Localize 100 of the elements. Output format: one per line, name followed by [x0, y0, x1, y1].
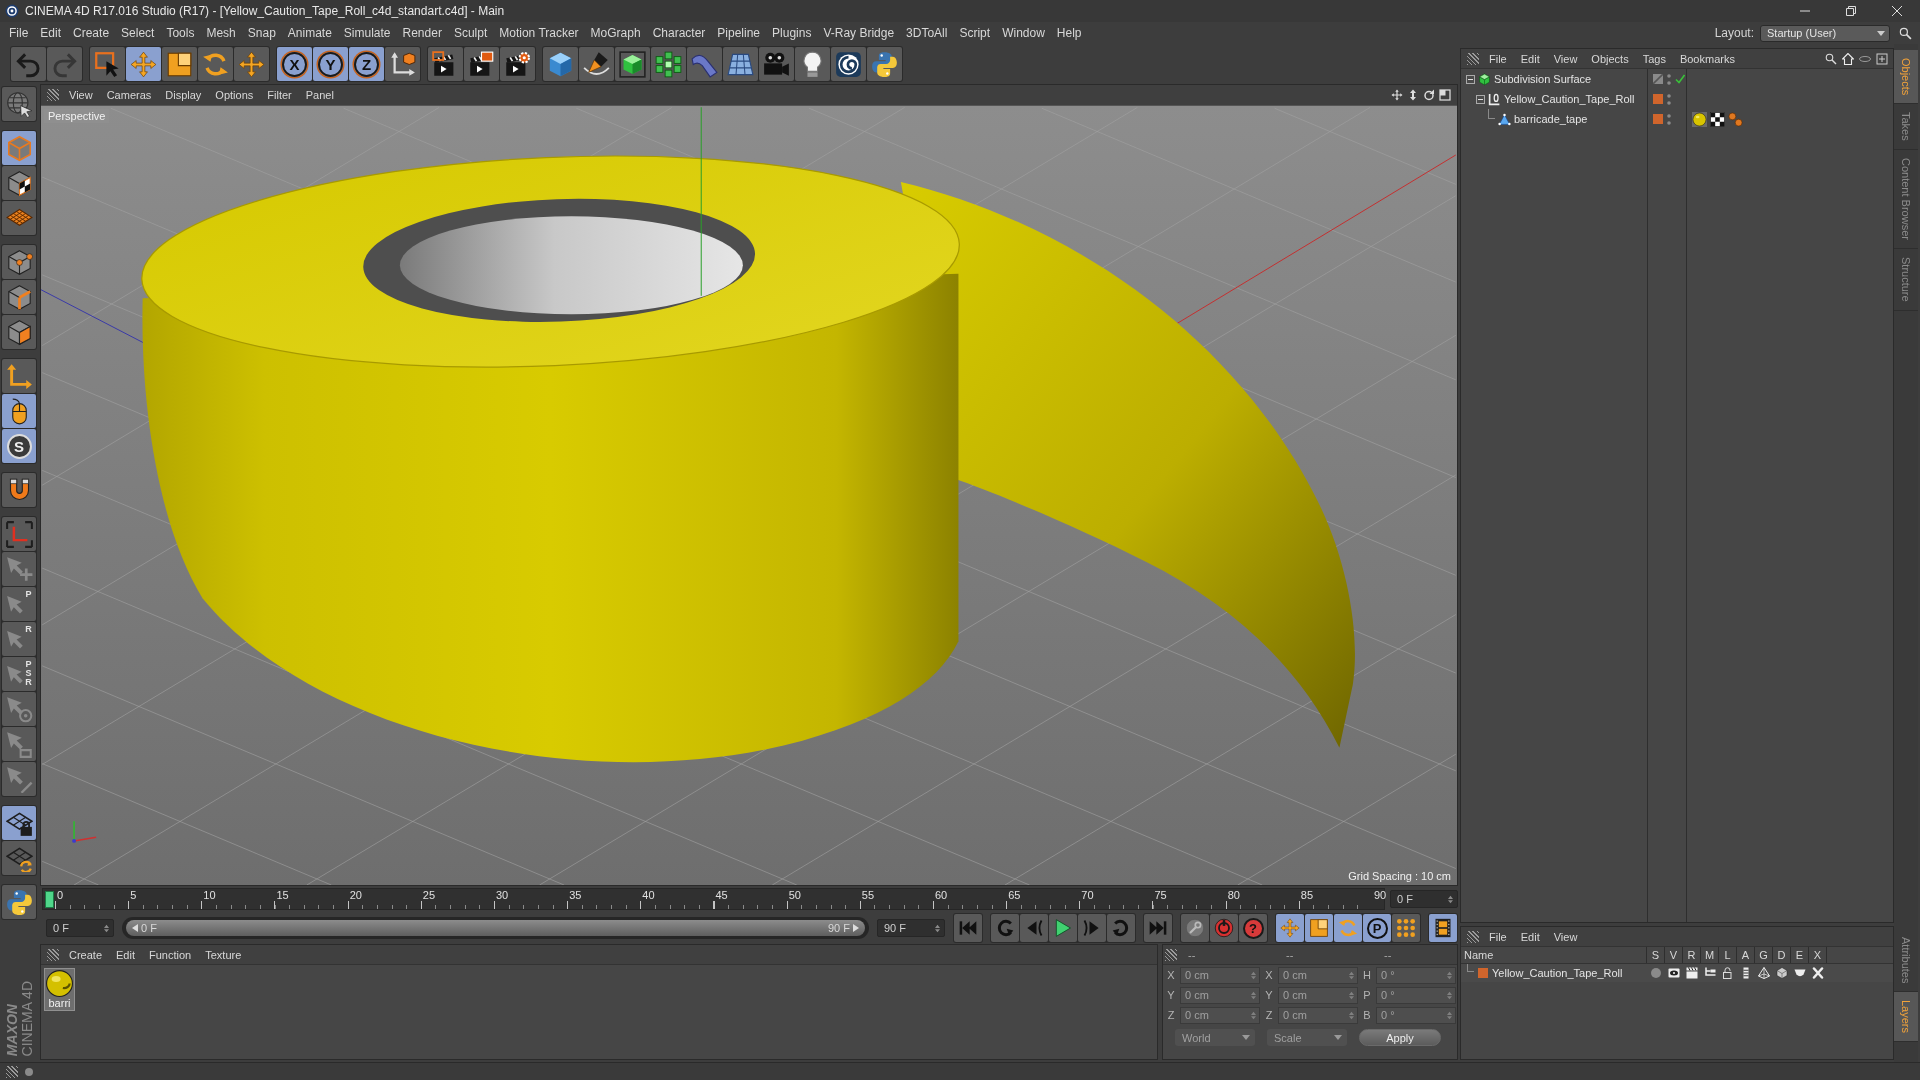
menu-item[interactable]: Help — [1050, 26, 1088, 40]
undo-button[interactable] — [11, 47, 46, 81]
texture-mode-button[interactable] — [2, 166, 36, 200]
side-tab[interactable]: Objects — [1894, 50, 1918, 105]
edges-mode-button[interactable] — [2, 280, 36, 314]
timeline-ruler[interactable]: 0 5 10 15 20 25 30 35 40 45 50 55 60 65 70 75 80 85 90 — [42, 888, 1385, 910]
subdivision-button[interactable] — [615, 47, 650, 81]
menu-item[interactable]: Plugins — [766, 26, 818, 40]
polygons-mode-button[interactable] — [2, 315, 36, 349]
column-header[interactable]: L — [1719, 947, 1737, 963]
menu-item[interactable]: Snap — [241, 26, 282, 40]
menu-item[interactable]: File — [1482, 930, 1514, 943]
menu-item[interactable]: Tags — [1635, 52, 1673, 65]
column-header[interactable]: A — [1737, 947, 1755, 963]
panel-grip-icon[interactable] — [1467, 52, 1479, 65]
next-frame-button[interactable] — [1078, 914, 1106, 942]
menu-item[interactable]: Function — [142, 948, 199, 961]
move-button[interactable] — [126, 47, 161, 81]
menu-item[interactable]: Pipeline — [711, 26, 767, 40]
render-picture-viewer-button[interactable] — [464, 47, 499, 81]
menu-item[interactable]: Bookmarks — [1672, 52, 1742, 65]
crossed-bones-icon[interactable] — [1812, 967, 1824, 979]
3d-viewport[interactable] — [41, 106, 1457, 885]
end-frame-field[interactable]: 90 F — [877, 919, 945, 937]
menu-item[interactable]: Objects — [1584, 52, 1636, 65]
column-header[interactable]: R — [1683, 947, 1701, 963]
layer-color-swatch[interactable] — [1653, 94, 1663, 104]
menu-item[interactable]: Mesh — [200, 26, 242, 40]
z-axis-button[interactable]: Z — [349, 47, 384, 81]
y-axis-button[interactable]: Y — [313, 47, 348, 81]
point-level-button[interactable] — [1392, 914, 1420, 942]
menu-item[interactable]: Sculpt — [447, 26, 494, 40]
workplane-mode-button[interactable] — [2, 201, 36, 235]
panel-grip-icon[interactable] — [47, 89, 59, 101]
menu-item[interactable]: 3DToAll — [900, 26, 954, 40]
material-sphere-icon[interactable] — [1692, 111, 1707, 127]
menu-item[interactable]: View — [62, 89, 100, 101]
autokey-button[interactable] — [1210, 914, 1238, 942]
menu-item[interactable]: View — [1546, 930, 1585, 943]
menu-item[interactable]: Cameras — [99, 89, 159, 101]
panel-grip-icon[interactable] — [6, 1065, 18, 1078]
menu-item[interactable]: Tools — [160, 26, 201, 40]
clapperboard-icon[interactable] — [1686, 967, 1698, 979]
plugin-button[interactable] — [831, 47, 866, 81]
menu-item[interactable]: Script — [953, 26, 997, 40]
layer-color-swatch[interactable] — [1653, 114, 1663, 124]
current-frame-field[interactable]: 0 F — [1390, 890, 1458, 908]
maximize-view-icon[interactable] — [1439, 89, 1451, 101]
live-selection-button[interactable] — [90, 47, 125, 81]
tape-roll-drawing[interactable] — [141, 155, 1355, 762]
pyramid-icon[interactable] — [1758, 967, 1770, 979]
new-panel-icon[interactable] — [1876, 52, 1888, 65]
menu-item[interactable]: Animate — [281, 26, 338, 40]
render-view-button[interactable] — [428, 47, 463, 81]
grid-rotate-button[interactable] — [2, 841, 36, 875]
collapse-icon[interactable] — [1466, 74, 1475, 84]
search-icon[interactable] — [1825, 52, 1837, 65]
column-header[interactable]: D — [1773, 947, 1791, 963]
cube-button[interactable] — [543, 47, 578, 81]
menu-item[interactable]: Edit — [1513, 52, 1547, 65]
play-button[interactable] — [1049, 914, 1077, 942]
menu-item[interactable]: Character — [646, 26, 712, 40]
parameter-keys-button[interactable]: P — [1363, 914, 1391, 942]
home-icon[interactable] — [1842, 52, 1854, 65]
render-settings-button[interactable] — [500, 47, 535, 81]
light-button[interactable] — [795, 47, 830, 81]
column-header[interactable]: V — [1665, 947, 1683, 963]
material-tile[interactable]: barri — [44, 968, 75, 1011]
menu-item[interactable]: Window — [996, 26, 1051, 40]
checkmark-icon[interactable] — [1675, 74, 1685, 84]
menu-item[interactable]: File — [1482, 52, 1514, 65]
workplane-globe-button[interactable] — [2, 87, 36, 121]
layout-dropdown[interactable]: Startup (User) — [1760, 24, 1890, 42]
scale-button[interactable] — [162, 47, 197, 81]
menu-item[interactable]: Edit — [109, 948, 142, 961]
spinner-arrows-icon[interactable] — [935, 923, 940, 933]
menu-item[interactable]: V-Ray Bridge — [817, 26, 901, 40]
column-header[interactable]: X — [1809, 947, 1827, 963]
x-axis-button[interactable]: X — [277, 47, 312, 81]
next-key-button[interactable] — [1107, 914, 1135, 942]
panel-grip-icon[interactable] — [47, 948, 59, 961]
menu-item[interactable]: Edit — [34, 26, 68, 40]
menu-item[interactable]: Create — [67, 26, 116, 40]
solo-dot-icon[interactable] — [1650, 967, 1662, 979]
zoom-view-icon[interactable] — [1407, 89, 1419, 101]
menu-item[interactable]: Edit — [1513, 930, 1547, 943]
apply-button[interactable]: Apply — [1359, 1029, 1441, 1046]
pen-button[interactable] — [579, 47, 614, 81]
start-frame-field[interactable]: 0 F — [46, 919, 114, 937]
previous-key-button[interactable] — [991, 914, 1019, 942]
unlocked-lock-icon[interactable] — [1722, 967, 1734, 979]
visibility-dots-icon[interactable] — [1667, 93, 1671, 105]
double-dot-icon[interactable] — [1728, 111, 1743, 127]
move-tool-button[interactable] — [234, 47, 269, 81]
column-header[interactable]: S — [1647, 947, 1665, 963]
keyframe-selection-button[interactable]: ? — [1239, 914, 1267, 942]
menu-item[interactable]: Simulate — [337, 26, 397, 40]
checker-icon[interactable] — [1710, 111, 1725, 127]
axis-mode-button[interactable] — [2, 359, 36, 393]
record-keys-button[interactable] — [1181, 914, 1209, 942]
